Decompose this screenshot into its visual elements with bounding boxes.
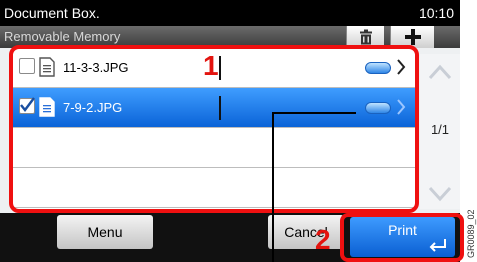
- file-row-selected[interactable]: 7-9-2.JPG: [13, 88, 415, 128]
- figure-code: GR0089_02: [466, 209, 476, 258]
- file-checkbox[interactable]: [19, 97, 35, 114]
- cancel-button[interactable]: Cancel: [268, 215, 344, 249]
- add-button[interactable]: [390, 26, 434, 48]
- details-pill-icon[interactable]: [365, 102, 391, 114]
- document-icon: [39, 57, 55, 77]
- checkmark-icon: [20, 97, 35, 112]
- plus-icon: [404, 29, 421, 45]
- screen-title: Document Box.: [4, 5, 100, 21]
- empty-row: [13, 168, 415, 208]
- scroll-down-icon[interactable]: [420, 178, 460, 210]
- leader-line: [272, 112, 356, 114]
- touch-pointer-line: [219, 56, 221, 80]
- enter-key-icon: [429, 239, 446, 252]
- file-checkbox[interactable]: [19, 58, 35, 74]
- document-box-screen: Document Box. 10:10 Removable Memory 11-…: [0, 0, 477, 262]
- document-icon: [39, 97, 55, 117]
- callout-number-1: 1: [203, 50, 219, 81]
- print-button-label: Print: [388, 222, 417, 238]
- clock: 10:10: [418, 5, 454, 21]
- chevron-right-icon[interactable]: [396, 58, 406, 76]
- file-name: 7-9-2.JPG: [63, 100, 123, 115]
- trash-icon: [359, 29, 372, 45]
- location-bar: Removable Memory: [0, 26, 460, 48]
- details-pill-icon[interactable]: [365, 62, 391, 74]
- touch-pointer-line: [219, 96, 221, 120]
- title-bar: Document Box. 10:10: [0, 0, 460, 26]
- file-name: 11-3-3.JPG: [63, 60, 129, 75]
- leader-line: [272, 112, 274, 262]
- callout-number-2: 2: [315, 224, 331, 255]
- location-label: Removable Memory: [4, 29, 121, 44]
- scroll-bar: 1/1: [420, 54, 460, 209]
- delete-button[interactable]: [346, 26, 384, 48]
- menu-button[interactable]: Menu: [57, 215, 153, 249]
- scroll-up-icon[interactable]: [420, 54, 460, 90]
- empty-row: [13, 128, 415, 168]
- page-indicator: 1/1: [430, 122, 450, 137]
- chevron-right-icon[interactable]: [396, 98, 406, 116]
